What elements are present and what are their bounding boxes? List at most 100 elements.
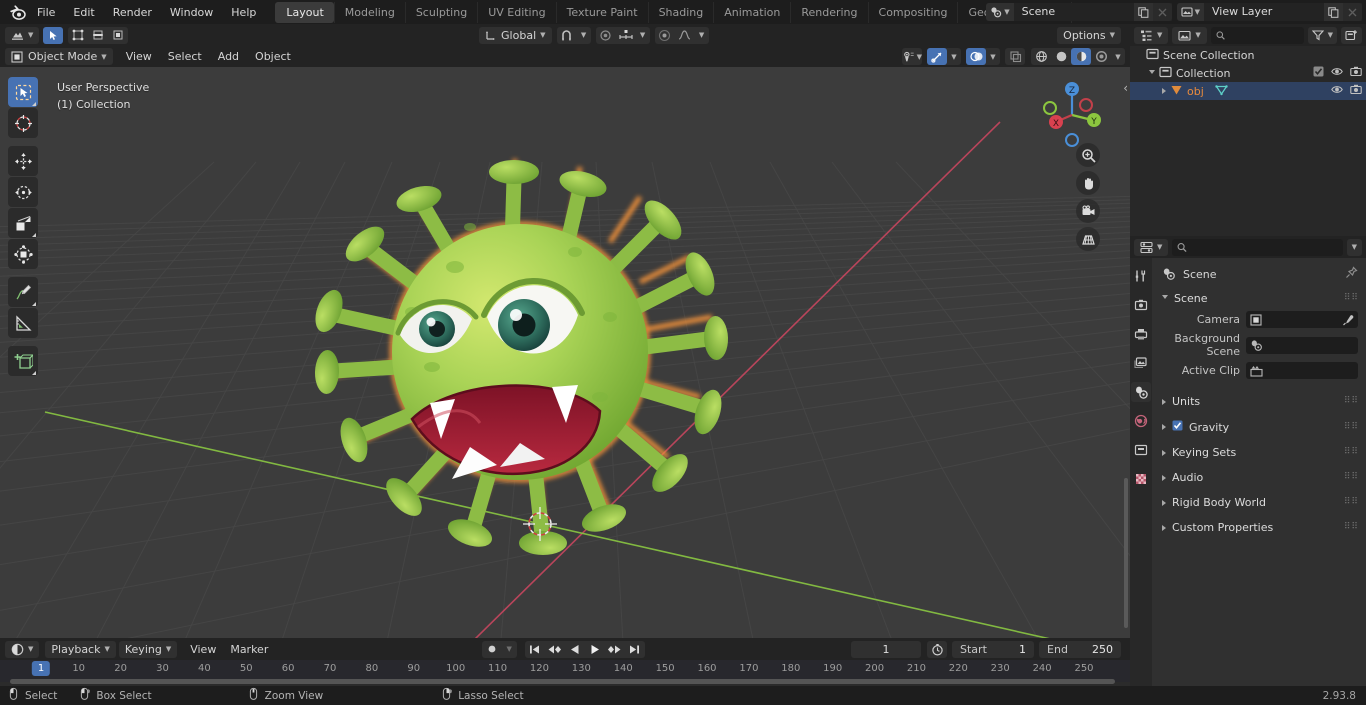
object-mode-dropdown[interactable]: Object Mode ▼ bbox=[5, 48, 113, 65]
timeline-editor-type-button[interactable]: ▼ bbox=[5, 640, 40, 658]
frame-start-field[interactable]: Start 1 bbox=[952, 640, 1035, 658]
pin-icon[interactable] bbox=[1345, 266, 1358, 282]
view-layer-close-button[interactable] bbox=[1343, 3, 1362, 21]
playback-dropdown[interactable]: Playback ▼ bbox=[45, 640, 116, 658]
gizmo-dropdown[interactable]: ▼ bbox=[947, 48, 961, 65]
keying-dropdown[interactable]: Keying ▼ bbox=[118, 640, 178, 658]
hide-in-viewport-toggle[interactable] bbox=[1331, 84, 1343, 98]
output-properties-tab[interactable] bbox=[1131, 324, 1151, 344]
workspace-tab-rendering[interactable]: Rendering bbox=[790, 1, 867, 23]
outliner-search-input[interactable] bbox=[1210, 26, 1304, 44]
current-frame-field[interactable]: 1 bbox=[851, 640, 922, 658]
top-menu-edit[interactable]: Edit bbox=[64, 3, 103, 22]
scene-selector[interactable]: ▼ Scene bbox=[986, 3, 1172, 21]
timeline-playhead[interactable]: 1 bbox=[31, 661, 51, 676]
outliner-new-collection-button[interactable] bbox=[1341, 26, 1362, 44]
tweak-select-tool[interactable] bbox=[8, 77, 38, 107]
view-layer-selector[interactable]: ▼ View Layer bbox=[1176, 3, 1362, 21]
cursor-tool[interactable] bbox=[8, 108, 38, 138]
outliner-row-obj[interactable]: obj bbox=[1130, 82, 1366, 100]
viewport-menu-view[interactable]: View bbox=[119, 48, 159, 65]
proportional-edit-toggle[interactable] bbox=[596, 27, 616, 44]
rendered-shading-button[interactable] bbox=[1091, 48, 1111, 65]
panel-custom-properties[interactable]: Custom Properties ⠿⠿ bbox=[1152, 515, 1366, 540]
auto-keying-dropdown[interactable]: ▼ bbox=[502, 641, 517, 658]
collection-checkbox[interactable] bbox=[1313, 66, 1324, 80]
falloff-dropdown[interactable]: ▼ bbox=[695, 27, 709, 44]
cursor-mode-group[interactable] bbox=[43, 26, 64, 44]
object-types-visibility-button[interactable]: ▼ bbox=[902, 48, 922, 65]
proportional-edit-group[interactable]: ▼ bbox=[595, 26, 650, 44]
material-preview-shading-button[interactable] bbox=[1071, 48, 1091, 65]
annotate-tool[interactable] bbox=[8, 277, 38, 307]
solid-shading-button[interactable] bbox=[1051, 48, 1071, 65]
measure-tool[interactable] bbox=[8, 308, 38, 338]
panel-audio[interactable]: Audio ⠿⠿ bbox=[1152, 465, 1366, 490]
falloff-curve-button[interactable] bbox=[675, 27, 695, 44]
stopwatch-icon-button[interactable] bbox=[927, 641, 947, 658]
scene-browse-button[interactable]: ▼ bbox=[986, 3, 1014, 21]
snap-dropdown-button[interactable]: ▼ bbox=[577, 27, 591, 44]
wireframe-shading-button[interactable] bbox=[1031, 48, 1051, 65]
proportional-falloff-toggle[interactable] bbox=[655, 27, 675, 44]
toggle-perspective-icon[interactable] bbox=[1076, 227, 1100, 251]
jump-to-end-button[interactable] bbox=[625, 641, 645, 658]
view-layer-browse-button[interactable]: ▼ bbox=[1176, 3, 1204, 21]
xray-group[interactable] bbox=[1005, 48, 1025, 65]
timeline-view-menu[interactable]: View bbox=[183, 641, 223, 658]
workspace-tab-layout[interactable]: Layout bbox=[275, 1, 334, 23]
move-tool[interactable] bbox=[8, 146, 38, 176]
disable-in-render-toggle[interactable] bbox=[1350, 84, 1362, 98]
panel-keying-sets[interactable]: Keying Sets ⠿⠿ bbox=[1152, 440, 1366, 465]
workspace-tab-shading[interactable]: Shading bbox=[647, 1, 714, 23]
active-clip-field[interactable] bbox=[1246, 362, 1358, 379]
tool-properties-tab[interactable] bbox=[1131, 266, 1151, 286]
mesh-select-mode-group[interactable] bbox=[68, 26, 129, 44]
texture-properties-tab[interactable] bbox=[1131, 469, 1151, 489]
top-menu-help[interactable]: Help bbox=[222, 3, 265, 22]
top-menu-render[interactable]: Render bbox=[104, 3, 161, 22]
sidebar-toggle-arrow-icon[interactable]: ‹ bbox=[1123, 81, 1128, 95]
camera-field[interactable] bbox=[1246, 311, 1358, 328]
scene-panel-header[interactable]: Scene ⠿⠿ bbox=[1152, 288, 1366, 309]
show-gizmo-button[interactable] bbox=[927, 48, 947, 65]
timeline-horizontal-scrollbar[interactable] bbox=[10, 679, 1115, 684]
object-visibility-group[interactable]: ▼ bbox=[902, 48, 922, 65]
view-layer-name-field[interactable]: View Layer bbox=[1204, 3, 1324, 21]
falloff-group[interactable]: ▼ bbox=[654, 26, 709, 44]
vertex-select-button[interactable] bbox=[68, 27, 88, 44]
edge-select-button[interactable] bbox=[88, 27, 108, 44]
workspace-tab-animation[interactable]: Animation bbox=[713, 1, 790, 23]
scene-name-field[interactable]: Scene bbox=[1013, 3, 1134, 21]
use-preview-range-button[interactable] bbox=[927, 640, 948, 658]
view-layer-copy-button[interactable] bbox=[1324, 3, 1343, 21]
workspace-tab-uv-editing[interactable]: UV Editing bbox=[477, 1, 555, 23]
jump-to-start-button[interactable] bbox=[525, 641, 545, 658]
blender-logo-icon[interactable] bbox=[6, 2, 28, 22]
camera-view-icon[interactable] bbox=[1076, 199, 1100, 223]
auto-keying-group[interactable]: ▼ bbox=[481, 640, 517, 658]
top-menu-file[interactable]: File bbox=[28, 3, 64, 22]
shading-mode-group[interactable]: ▼ bbox=[1031, 48, 1125, 65]
transform-orientation-dropdown[interactable]: Global ▼ bbox=[479, 26, 552, 44]
world-properties-tab[interactable] bbox=[1131, 411, 1151, 431]
scene-properties-tab[interactable] bbox=[1131, 382, 1151, 402]
scale-tool[interactable] bbox=[8, 208, 38, 238]
properties-options-dropdown[interactable]: ▼ bbox=[1346, 238, 1362, 256]
face-select-button[interactable] bbox=[108, 27, 128, 44]
zoom-icon[interactable] bbox=[1076, 143, 1100, 167]
workspace-tab-texture-paint[interactable]: Texture Paint bbox=[555, 1, 648, 23]
snap-group[interactable]: ▼ bbox=[556, 26, 591, 44]
snap-target-dropdown[interactable]: ▼ bbox=[636, 27, 650, 44]
viewport-menu-add[interactable]: Add bbox=[211, 48, 246, 65]
expand-chevron-icon[interactable] bbox=[1149, 69, 1155, 77]
outliner-filter-button[interactable]: ▼ bbox=[1307, 26, 1337, 44]
3d-viewport[interactable]: User Perspective (1) Collection Z Y X ‹ bbox=[0, 67, 1130, 638]
transform-tool[interactable] bbox=[8, 239, 38, 269]
hide-in-viewport-toggle[interactable] bbox=[1331, 66, 1343, 80]
workspace-tab-modeling[interactable]: Modeling bbox=[333, 1, 405, 23]
play-button[interactable] bbox=[585, 641, 605, 658]
snap-target-button[interactable] bbox=[616, 27, 636, 44]
toggle-xray-button[interactable] bbox=[1005, 48, 1025, 65]
gizmo-group[interactable]: ▼ bbox=[927, 48, 961, 65]
